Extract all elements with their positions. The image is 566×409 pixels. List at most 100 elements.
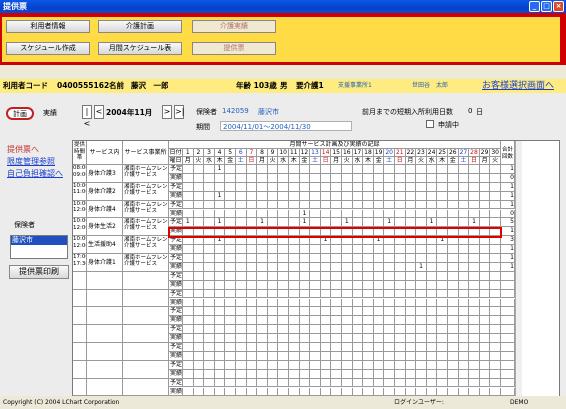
actual-cell[interactable] bbox=[458, 369, 470, 379]
plan-cell[interactable] bbox=[363, 360, 374, 370]
actual-cell[interactable] bbox=[384, 369, 395, 379]
actual-cell[interactable] bbox=[458, 298, 470, 308]
plan-cell[interactable] bbox=[236, 360, 247, 370]
plan-cell[interactable] bbox=[458, 254, 470, 263]
plan-cell[interactable] bbox=[331, 360, 342, 370]
actual-cell[interactable] bbox=[267, 298, 279, 308]
actual-cell[interactable] bbox=[278, 316, 289, 326]
actual-cell[interactable] bbox=[342, 280, 353, 290]
plan-cell[interactable] bbox=[310, 271, 321, 281]
plan-cell[interactable] bbox=[479, 271, 491, 281]
actual-cell[interactable] bbox=[405, 298, 417, 308]
nav-monthly-schedule-button[interactable]: 月間スケジュール表 bbox=[98, 42, 182, 55]
maximize-icon[interactable]: □ bbox=[541, 1, 552, 12]
plan-cell[interactable] bbox=[437, 182, 448, 192]
actual-cell[interactable] bbox=[395, 280, 406, 290]
plan-cell[interactable] bbox=[426, 254, 438, 263]
plan-cell[interactable] bbox=[193, 343, 205, 352]
plan-cell[interactable] bbox=[352, 218, 364, 228]
plan-cell[interactable] bbox=[458, 378, 470, 388]
actual-cell[interactable] bbox=[225, 173, 236, 183]
actual-cell[interactable] bbox=[204, 262, 215, 272]
plan-cell[interactable] bbox=[310, 165, 321, 174]
empty-service[interactable] bbox=[87, 343, 123, 361]
plan-cell[interactable] bbox=[490, 271, 501, 281]
plan-cell[interactable] bbox=[278, 200, 289, 210]
actual-cell[interactable] bbox=[448, 316, 459, 326]
plan-cell[interactable] bbox=[458, 343, 470, 352]
actual-cell[interactable] bbox=[373, 262, 385, 272]
plan-cell[interactable] bbox=[183, 271, 194, 281]
actual-cell[interactable] bbox=[278, 245, 289, 254]
plan-cell[interactable] bbox=[479, 360, 491, 370]
plan-cell[interactable] bbox=[437, 325, 448, 335]
plan-cell[interactable]: 1 bbox=[469, 218, 480, 228]
plan-cell[interactable] bbox=[246, 165, 258, 174]
plan-cell[interactable] bbox=[183, 343, 194, 352]
actual-cell[interactable] bbox=[236, 209, 247, 219]
nav-schedule-create-button[interactable]: スケジュール作成 bbox=[6, 42, 90, 55]
plan-cell[interactable] bbox=[479, 343, 491, 352]
plan-cell[interactable] bbox=[236, 218, 247, 228]
plan-cell[interactable] bbox=[395, 218, 406, 228]
actual-cell[interactable] bbox=[236, 316, 247, 326]
actual-cell[interactable] bbox=[479, 280, 491, 290]
actual-cell[interactable] bbox=[373, 209, 385, 219]
plan-cell[interactable] bbox=[448, 165, 459, 174]
actual-cell[interactable] bbox=[479, 316, 491, 326]
plan-cell[interactable] bbox=[373, 218, 385, 228]
applying-checkbox[interactable] bbox=[426, 120, 434, 128]
actual-cell[interactable] bbox=[395, 173, 406, 183]
plan-cell[interactable] bbox=[267, 182, 279, 192]
actual-cell[interactable] bbox=[416, 316, 427, 326]
actual-cell[interactable] bbox=[331, 369, 342, 379]
actual-cell[interactable] bbox=[448, 262, 459, 272]
actual-cell[interactable] bbox=[469, 334, 480, 343]
actual-cell[interactable] bbox=[204, 298, 215, 308]
plan-cell[interactable] bbox=[437, 218, 448, 228]
actual-cell[interactable] bbox=[405, 316, 417, 326]
plan-cell[interactable] bbox=[405, 200, 417, 210]
actual-cell[interactable] bbox=[183, 316, 194, 326]
plan-cell[interactable] bbox=[236, 289, 247, 299]
plan-cell[interactable] bbox=[278, 218, 289, 228]
plan-cell[interactable] bbox=[458, 289, 470, 299]
plan-cell[interactable] bbox=[373, 325, 385, 335]
actual-cell[interactable] bbox=[426, 298, 438, 308]
plan-cell[interactable] bbox=[214, 200, 226, 210]
actual-cell[interactable] bbox=[236, 245, 247, 254]
actual-cell[interactable] bbox=[458, 334, 470, 343]
plan-cell[interactable] bbox=[331, 325, 342, 335]
actual-cell[interactable] bbox=[225, 280, 236, 290]
actual-cell[interactable] bbox=[363, 334, 374, 343]
plan-cell[interactable] bbox=[310, 218, 321, 228]
actual-cell[interactable] bbox=[352, 262, 364, 272]
plan-cell[interactable] bbox=[236, 307, 247, 317]
plan-cell[interactable] bbox=[469, 360, 480, 370]
plan-cell[interactable] bbox=[405, 378, 417, 388]
plan-cell[interactable] bbox=[395, 271, 406, 281]
actual-cell[interactable] bbox=[289, 334, 300, 343]
plan-cell[interactable] bbox=[193, 325, 205, 335]
actual-cell[interactable] bbox=[437, 334, 448, 343]
actual-cell[interactable] bbox=[395, 209, 406, 219]
plan-cell[interactable] bbox=[214, 254, 226, 263]
empty-service[interactable] bbox=[87, 325, 123, 343]
actual-cell[interactable] bbox=[479, 262, 491, 272]
plan-cell[interactable] bbox=[183, 378, 194, 388]
plan-cell[interactable] bbox=[257, 343, 268, 352]
plan-cell[interactable] bbox=[257, 254, 268, 263]
plan-cell[interactable] bbox=[448, 218, 459, 228]
actual-cell[interactable] bbox=[310, 280, 321, 290]
actual-cell[interactable] bbox=[310, 334, 321, 343]
actual-cell[interactable] bbox=[395, 262, 406, 272]
plan-cell[interactable] bbox=[384, 182, 395, 192]
plan-cell[interactable] bbox=[395, 289, 406, 299]
plan-cell[interactable] bbox=[437, 254, 448, 263]
plan-cell[interactable] bbox=[204, 165, 215, 174]
actual-cell[interactable] bbox=[373, 245, 385, 254]
plan-cell[interactable] bbox=[490, 343, 501, 352]
plan-cell[interactable] bbox=[320, 182, 332, 192]
actual-cell[interactable] bbox=[225, 262, 236, 272]
actual-cell[interactable] bbox=[257, 191, 268, 201]
